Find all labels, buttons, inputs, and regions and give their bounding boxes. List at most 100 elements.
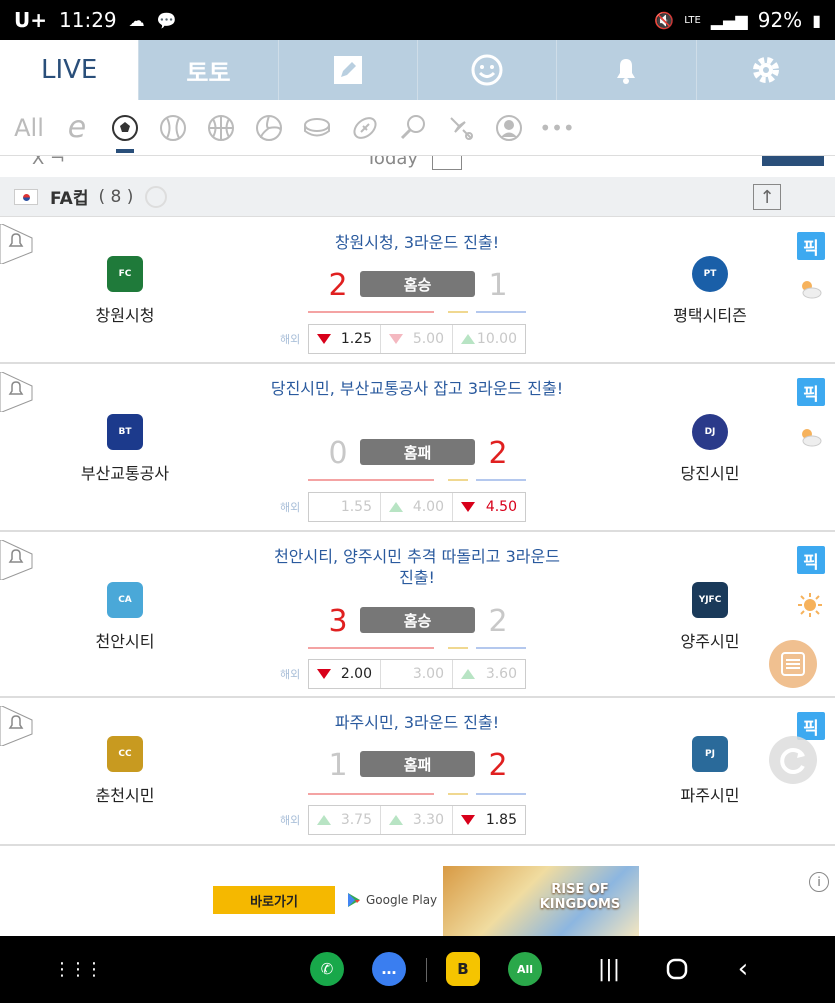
- sport-soccer[interactable]: [108, 111, 142, 153]
- team-name: 창원시청: [95, 306, 155, 325]
- sport-player[interactable]: [492, 111, 526, 145]
- sport-volleyball[interactable]: [252, 111, 286, 145]
- match-headline[interactable]: 당진시민, 부산교통공사 잡고 3라운드 진출!: [270, 378, 564, 399]
- away-team[interactable]: YJFC 양주시민: [630, 582, 790, 652]
- soccer-ball-icon: [145, 185, 168, 208]
- team-logo-icon: PJ: [692, 736, 728, 772]
- sport-all[interactable]: All: [12, 111, 46, 145]
- tab-edit[interactable]: [279, 40, 418, 100]
- sport-hockey[interactable]: [300, 111, 334, 145]
- home-team[interactable]: CC 춘천시민: [45, 736, 205, 806]
- hockey-puck-icon: [304, 117, 330, 136]
- team-logo-icon: BT: [107, 414, 143, 450]
- subbar-today[interactable]: Today: [366, 156, 418, 169]
- subbar-left[interactable]: X ¬: [32, 156, 65, 169]
- odd-draw[interactable]: 3.00: [381, 660, 453, 688]
- odds-row: 해외 1.55 4.00 4.50: [280, 492, 526, 522]
- odd-home[interactable]: 2.00: [309, 660, 381, 688]
- collapse-arrow-icon[interactable]: ↑: [753, 184, 781, 210]
- odd-away[interactable]: 4.50: [453, 493, 525, 521]
- partly-cloudy-icon: [802, 429, 822, 447]
- menu-list-button[interactable]: [769, 640, 817, 688]
- away-team[interactable]: PJ 파주시민: [630, 736, 790, 806]
- odd-draw[interactable]: 3.30: [381, 806, 453, 834]
- korea-flag-icon: [14, 188, 38, 205]
- phone-app-icon[interactable]: ✆: [310, 952, 344, 986]
- all-app-icon[interactable]: All: [508, 952, 542, 986]
- odd-draw[interactable]: 4.00: [381, 493, 453, 521]
- away-score: 2: [488, 604, 508, 639]
- bell-alert-icon[interactable]: [0, 706, 34, 746]
- sun-icon: [798, 593, 822, 617]
- league-header[interactable]: FA컵 ( 8 ) ↑: [0, 177, 835, 217]
- subbar-right-button[interactable]: [762, 156, 824, 166]
- home-icon[interactable]: [660, 952, 694, 986]
- odd-draw[interactable]: 5.00: [381, 325, 453, 353]
- tab-settings[interactable]: [697, 40, 835, 100]
- sport-basketball[interactable]: [204, 111, 238, 145]
- home-team[interactable]: FC 창원시청: [45, 256, 205, 326]
- match-card[interactable]: 창원시청, 3라운드 진출! FC 창원시청 2 홈승 1 PT 평택시티즌 해…: [0, 218, 835, 364]
- mute-icon: 🔇: [654, 10, 675, 30]
- sport-esports[interactable]: e: [60, 110, 94, 145]
- match-result: 홈패: [360, 439, 475, 465]
- odd-home[interactable]: 1.55: [309, 493, 381, 521]
- match-card[interactable]: 파주시민, 3라운드 진출! CC 춘천시민 1 홈패 2 PJ 파주시민 해외…: [0, 700, 835, 846]
- home-team[interactable]: BT 부산교통공사: [45, 414, 205, 484]
- messages-app-icon[interactable]: …: [372, 952, 406, 986]
- bell-alert-icon[interactable]: [0, 540, 34, 580]
- match-headline[interactable]: 창원시청, 3라운드 진출!: [270, 232, 564, 253]
- sports-filter: All e •••: [0, 100, 835, 156]
- ad-info-icon[interactable]: i: [809, 872, 829, 892]
- tab-live[interactable]: LIVE: [0, 40, 140, 100]
- team-name: 부산교통공사: [80, 464, 170, 483]
- sport-football[interactable]: [348, 111, 382, 145]
- match-result: 홈패: [360, 751, 475, 777]
- google-play-badge[interactable]: Google Play: [346, 892, 437, 908]
- gear-icon: [752, 57, 779, 83]
- odd-away[interactable]: 1.85: [453, 806, 525, 834]
- bell-alert-icon[interactable]: [0, 372, 34, 412]
- app-drawer-icon[interactable]: ⋮⋮⋮: [53, 952, 103, 986]
- ad-go-button[interactable]: 바로가기: [213, 886, 335, 914]
- odd-home[interactable]: 1.25: [309, 325, 381, 353]
- sport-tennis[interactable]: [396, 111, 430, 145]
- ad-game-image[interactable]: RISE OF KINGDOMS: [443, 866, 639, 936]
- sport-badminton[interactable]: [444, 111, 478, 145]
- match-headline[interactable]: 천안시티, 양주시민 추격 따돌리고 3라운드 진출!: [270, 546, 564, 588]
- b-app-icon[interactable]: B: [446, 952, 480, 986]
- away-team[interactable]: PT 평택시티즌: [630, 256, 790, 326]
- match-card[interactable]: 당진시민, 부산교통공사 잡고 3라운드 진출! BT 부산교통공사 0 홈패 …: [0, 366, 835, 532]
- back-icon[interactable]: ‹: [726, 952, 760, 986]
- down-arrow-icon: [389, 334, 403, 344]
- bell-alert-icon[interactable]: [0, 224, 34, 264]
- more-icon[interactable]: •••: [539, 111, 574, 145]
- refresh-button[interactable]: [769, 736, 817, 784]
- network-label: LTE: [684, 14, 701, 26]
- home-score: 2: [328, 268, 348, 303]
- pick-button[interactable]: 픽: [797, 378, 825, 406]
- pick-button[interactable]: 픽: [797, 232, 825, 260]
- pick-button[interactable]: 픽: [797, 546, 825, 574]
- odd-away[interactable]: 3.60: [453, 660, 525, 688]
- away-team[interactable]: DJ 당진시민: [630, 414, 790, 484]
- odd-away[interactable]: 10.00: [453, 325, 525, 353]
- odd-home[interactable]: 3.75: [309, 806, 381, 834]
- calendar-icon[interactable]: [432, 156, 462, 170]
- match-card[interactable]: 천안시티, 양주시민 추격 따돌리고 3라운드 진출! CA 천안시티 3 홈승…: [0, 534, 835, 698]
- tab-notifications[interactable]: [557, 40, 697, 100]
- home-team[interactable]: CA 천안시티: [45, 582, 205, 652]
- sport-baseball[interactable]: [156, 111, 190, 145]
- recent-apps-icon[interactable]: |||: [592, 952, 626, 986]
- football-icon: [353, 116, 377, 139]
- team-name: 당진시민: [680, 464, 740, 483]
- bell-icon: [617, 59, 636, 84]
- tab-emoji[interactable]: [418, 40, 558, 100]
- team-name: 양주시민: [680, 632, 740, 651]
- soccer-ball-icon: [112, 114, 138, 141]
- tab-toto[interactable]: 토토: [139, 40, 279, 100]
- match-headline[interactable]: 파주시민, 3라운드 진출!: [270, 712, 564, 733]
- ad-banner[interactable]: 바로가기 Google Play RISE OF KINGDOMS i: [0, 866, 835, 936]
- odds-trend-lines: [308, 308, 526, 316]
- carrier-label: U+: [14, 8, 47, 32]
